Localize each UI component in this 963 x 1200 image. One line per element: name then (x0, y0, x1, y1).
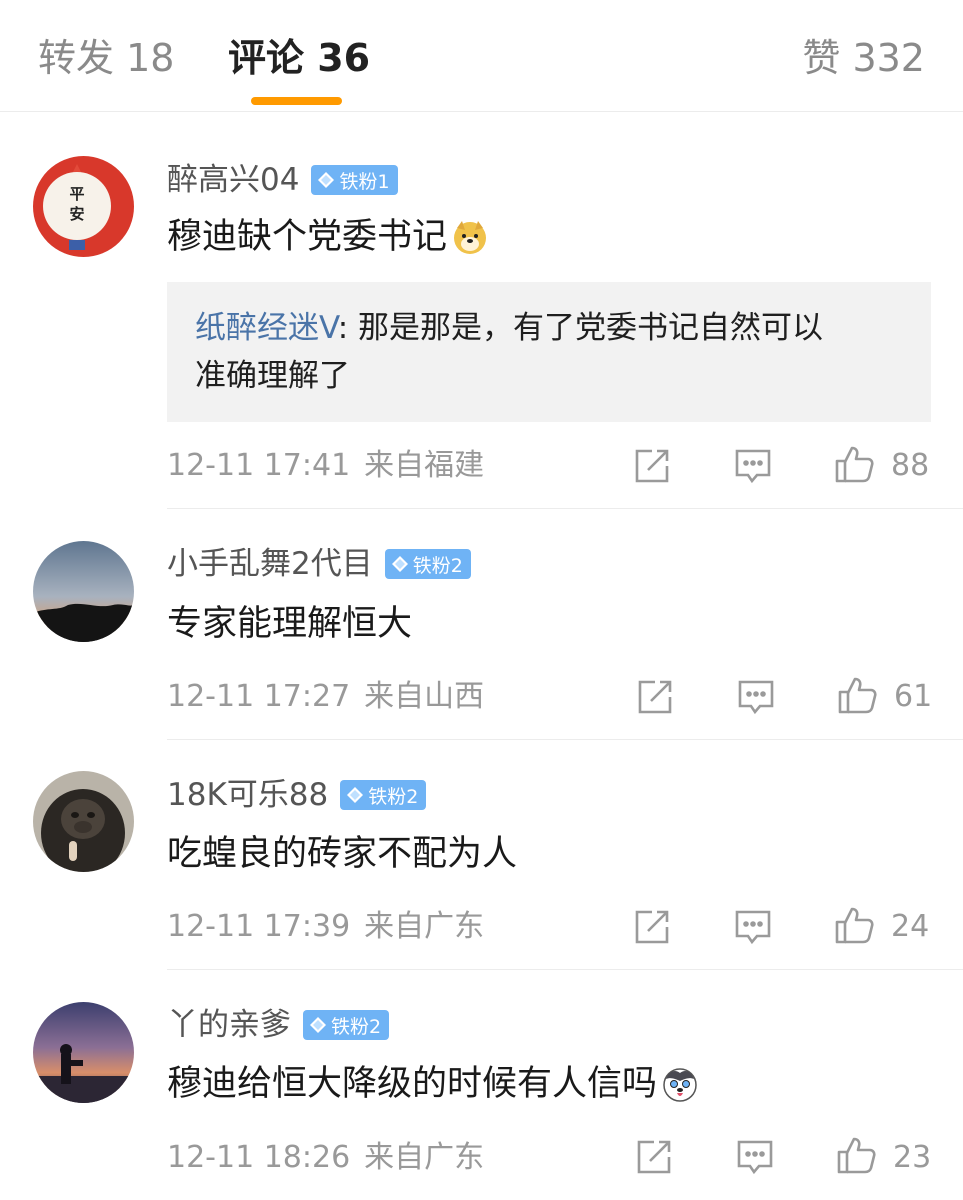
comment-location: 来自山西 (364, 679, 485, 714)
username[interactable]: 18K可乐88 (167, 775, 328, 815)
like-count: 23 (893, 1140, 932, 1175)
fan-badge: 铁粉2 (340, 780, 427, 810)
share-icon (635, 910, 669, 944)
fan-badge: 铁粉1 (311, 165, 398, 195)
like-count: 88 (891, 448, 930, 483)
avatar[interactable] (33, 771, 134, 872)
share-button[interactable] (634, 1137, 674, 1177)
diamond-icon (391, 556, 408, 572)
fan-badge: 铁粉2 (303, 1010, 390, 1040)
share-button[interactable] (635, 677, 675, 717)
reply-button[interactable] (733, 446, 773, 486)
comment-time: 12-11 17:39 (167, 909, 351, 944)
comment-tabs: 转发 18 评论 36 赞 332 (0, 0, 963, 112)
share-icon (637, 1140, 671, 1174)
diamond-icon (347, 787, 364, 803)
active-tab-indicator (251, 97, 342, 105)
comment-icon (735, 910, 771, 945)
thumbs-up-icon (837, 1137, 876, 1174)
comment-text: 专家能理解恒大 (167, 604, 413, 644)
reply-text: 那是那是，有了党委书记自然可以 (348, 310, 823, 346)
comment-text: 穆迪缺个党委书记 (167, 217, 448, 257)
share-icon (635, 449, 669, 483)
comment-meta: 12-11 17:41 来自福建 (167, 446, 484, 486)
username[interactable]: 丫的亲爹 (167, 1005, 291, 1045)
comment-icon (738, 680, 774, 715)
thumbs-up-icon (838, 677, 877, 714)
comment-time: 12-11 17:27 (167, 679, 351, 714)
comment-icon (735, 449, 771, 484)
avatar[interactable] (33, 1002, 134, 1103)
tab-reposts[interactable]: 转发 18 (38, 34, 174, 82)
like-count: 61 (894, 679, 933, 714)
comment-text-row: 专家能理解恒大 (167, 600, 412, 648)
share-button[interactable] (632, 446, 672, 486)
like-button[interactable] (834, 905, 874, 945)
like-button[interactable] (834, 444, 874, 484)
comment-time: 12-11 18:26 (167, 1140, 351, 1175)
comment-text: 穆迪给恒大降级的时候有人信吗 (167, 1064, 658, 1104)
share-icon (638, 680, 672, 714)
doge-emoji-icon (454, 221, 487, 254)
reply-button[interactable] (733, 907, 773, 947)
reply-separator: : (337, 310, 349, 346)
comment-location: 来自福建 (364, 448, 485, 483)
reply-button[interactable] (736, 677, 776, 717)
tab-comments[interactable]: 评论 36 (228, 34, 370, 82)
comment-text-row: 穆迪给恒大降级的时候有人信吗 (167, 1060, 699, 1108)
like-button[interactable] (836, 1135, 876, 1175)
divider (167, 508, 963, 509)
comment-text: 吃蝗良的砖家不配为人 (167, 834, 518, 874)
thumbs-up-icon (835, 907, 874, 944)
username[interactable]: 小手乱舞2代目 (167, 544, 373, 584)
comment-icon (737, 1140, 773, 1175)
comment-location: 来自广东 (364, 1140, 485, 1175)
badge-label: 铁粉1 (339, 170, 390, 193)
badge-label: 铁粉2 (368, 785, 419, 808)
comment-time: 12-11 17:41 (167, 448, 351, 483)
comment-meta: 12-11 17:27 来自山西 (167, 677, 484, 717)
divider (167, 969, 963, 970)
diamond-icon (318, 172, 335, 188)
husky-emoji-icon (663, 1068, 697, 1102)
avatar[interactable] (33, 541, 134, 642)
comment-text-row: 吃蝗良的砖家不配为人 (167, 830, 517, 878)
comment-text-row: 穆迪缺个党委书记 (167, 213, 489, 261)
share-button[interactable] (632, 907, 672, 947)
username[interactable]: 醉高兴04 (167, 160, 299, 200)
reply-author[interactable]: 纸醉经迷V (195, 310, 338, 346)
avatar[interactable]: 平安 (33, 156, 134, 257)
tab-likes[interactable]: 赞 332 (802, 34, 925, 82)
reply-text-continued: 准确理解了 (195, 358, 350, 394)
fan-badge: 铁粉2 (384, 549, 471, 579)
thumbs-up-icon (835, 446, 874, 483)
reply-quote[interactable]: 纸醉经迷V: 那是那是，有了党委书记自然可以 准确理解了 (167, 282, 931, 422)
divider (167, 739, 963, 740)
badge-label: 铁粉2 (412, 554, 463, 577)
reply-button[interactable] (735, 1137, 775, 1177)
badge-label: 铁粉2 (331, 1015, 382, 1038)
diamond-icon (310, 1017, 326, 1033)
like-count: 24 (891, 909, 930, 944)
comment-meta: 12-11 17:39 来自广东 (167, 907, 484, 947)
comment-location: 来自广东 (364, 909, 485, 944)
like-button[interactable] (837, 675, 877, 715)
comment-meta: 12-11 18:26 来自广东 (167, 1138, 484, 1178)
